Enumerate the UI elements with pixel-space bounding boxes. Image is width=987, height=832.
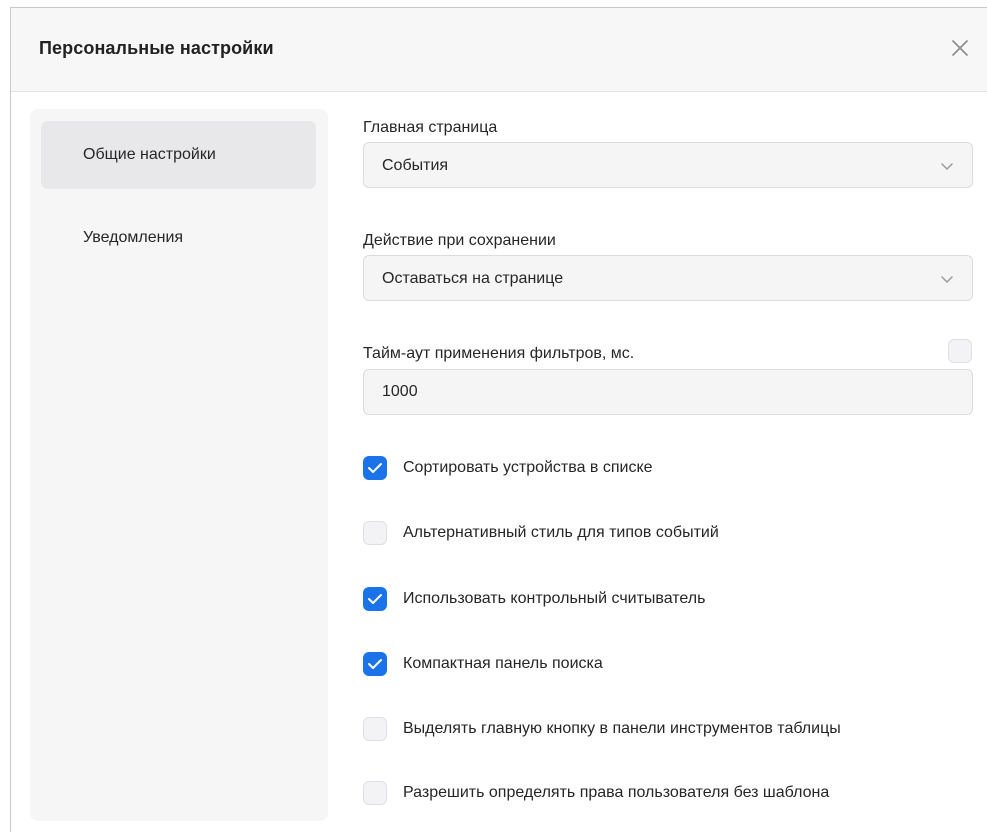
sort-devices-checkbox[interactable] <box>363 456 387 480</box>
check-icon <box>368 594 382 604</box>
user-rights-without-template-checkbox[interactable] <box>363 781 387 805</box>
personal-settings-dialog: Персональные настройки Общие настройки У… <box>10 7 987 832</box>
sort-devices-label[interactable]: Сортировать устройства в списке <box>403 459 653 477</box>
close-button[interactable] <box>948 36 972 60</box>
alt-event-style-label[interactable]: Альтернативный стиль для типов событий <box>403 524 719 542</box>
sidebar-item-label: Общие настройки <box>83 146 216 163</box>
check-icon <box>368 463 382 473</box>
compact-search-checkbox[interactable] <box>363 652 387 676</box>
check-icon <box>368 659 382 669</box>
filter-timeout-input[interactable] <box>363 369 973 415</box>
user-rights-without-template-label[interactable]: Разрешить определять права пользователя … <box>403 784 829 802</box>
sidebar-item-notifications[interactable]: Уведомления <box>41 204 316 272</box>
chevron-down-icon <box>941 276 953 283</box>
filter-timeout-label: Тайм-аут применения фильтров, мс. <box>363 345 635 362</box>
control-reader-label[interactable]: Использовать контрольный считыватель <box>403 590 705 608</box>
sidebar-item-general[interactable]: Общие настройки <box>41 121 316 189</box>
highlight-main-button-checkbox[interactable] <box>363 717 387 741</box>
sidebar-item-label: Уведомления <box>83 229 184 246</box>
dialog-title: Персональные настройки <box>39 38 274 58</box>
highlight-main-button-label[interactable]: Выделять главную кнопку в панели инструм… <box>403 720 841 738</box>
save-action-select[interactable]: Оставаться на странице <box>363 255 973 301</box>
alt-event-style-checkbox[interactable] <box>363 521 387 545</box>
save-action-label: Действие при сохранении <box>363 232 556 249</box>
save-action-value: Оставаться на странице <box>382 270 564 287</box>
home-page-select[interactable]: События <box>363 142 973 188</box>
settings-sidebar: Общие настройки Уведомления <box>30 109 328 821</box>
filter-timeout-toggle-checkbox[interactable] <box>948 339 972 363</box>
control-reader-checkbox[interactable] <box>363 587 387 611</box>
home-page-label: Главная страница <box>363 119 498 136</box>
dialog-header: Персональные настройки <box>11 8 987 92</box>
compact-search-label[interactable]: Компактная панель поиска <box>403 655 603 673</box>
home-page-value: События <box>382 157 449 174</box>
close-icon <box>952 40 968 56</box>
chevron-down-icon <box>941 163 953 170</box>
